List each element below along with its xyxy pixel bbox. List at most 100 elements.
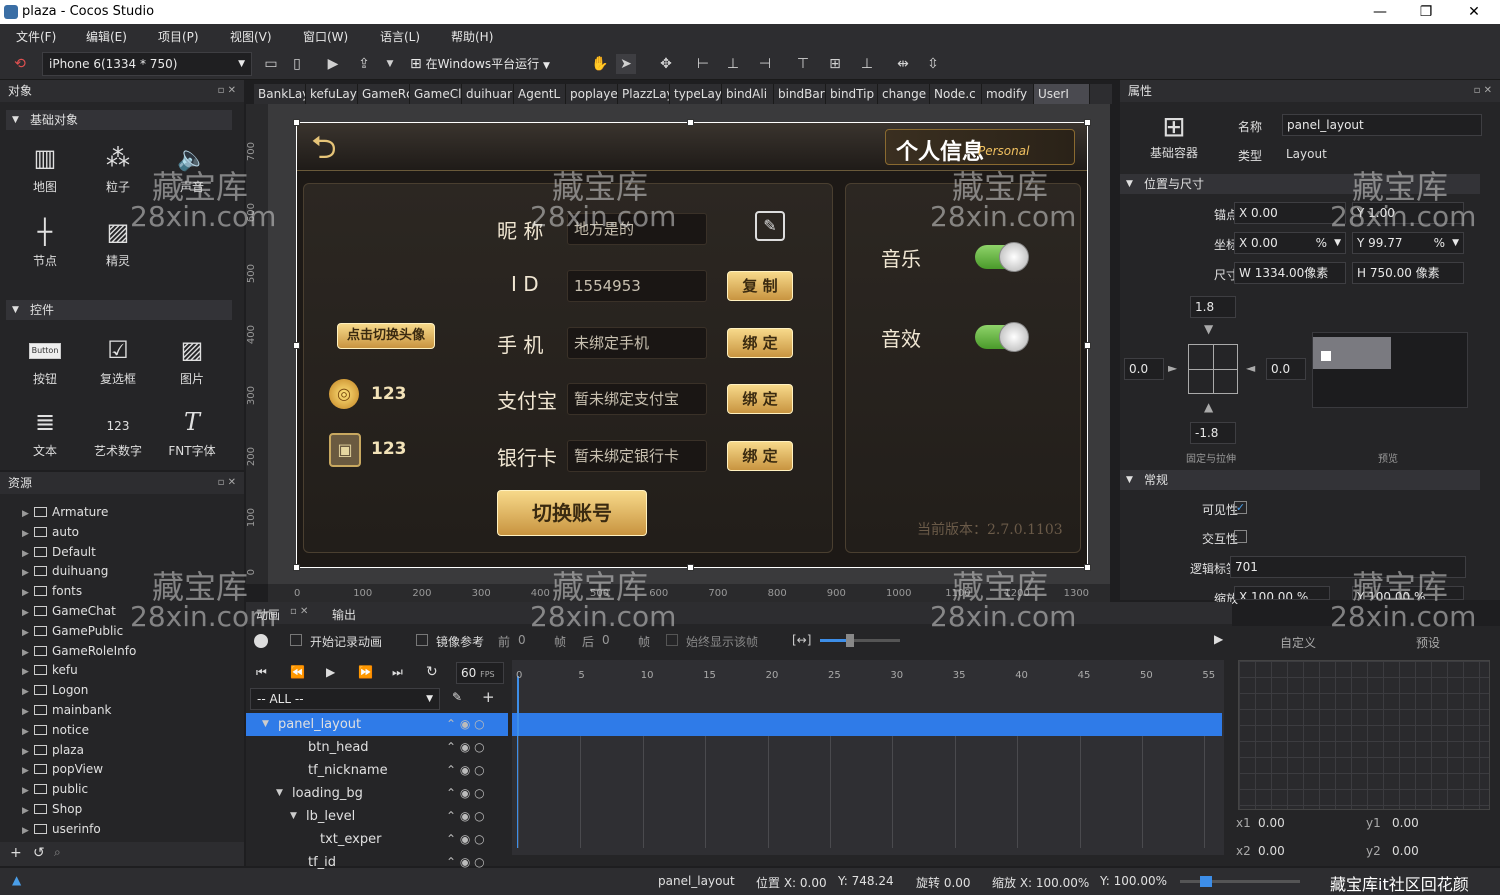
anchor-x-input[interactable]: X 0.00 (1234, 202, 1346, 224)
last-frame-icon[interactable]: ⏭ (392, 665, 403, 680)
x2-value[interactable]: 0.00 (1258, 844, 1285, 858)
document-tab[interactable]: bindBar (774, 84, 826, 104)
align-top-icon[interactable]: ⊤ (793, 54, 813, 74)
document-tab[interactable]: GameCl (410, 84, 462, 104)
section-general[interactable]: ▼ 常规 (1120, 470, 1480, 490)
resource-folder[interactable]: ▶ Default (22, 542, 96, 562)
tool-sprite[interactable]: ▨ 精灵 (88, 212, 148, 269)
sfx-toggle[interactable] (975, 322, 1029, 352)
panel-close-icon[interactable]: ▫ ✕ (218, 472, 236, 494)
resource-folder[interactable]: ▶ popView (22, 759, 103, 779)
lock-visibility-icons[interactable]: ⌃ ◉ ○ (446, 759, 485, 782)
tab-animation[interactable]: 动画 (256, 606, 280, 623)
tool-image[interactable]: ▨ 图片 (162, 330, 222, 387)
info-row-field[interactable]: 暂未绑定支付宝 (567, 383, 707, 415)
resize-handle[interactable] (293, 119, 300, 126)
lock-visibility-icons[interactable]: ⌃ ◉ ○ (446, 736, 485, 759)
prev-frames-value[interactable]: 0 (518, 633, 526, 647)
y2-value[interactable]: 0.00 (1392, 844, 1419, 858)
tool-particle[interactable]: ⁂ 粒子 (88, 138, 148, 195)
pin-left-icon[interactable]: ► (1168, 361, 1177, 375)
margin-left-input[interactable]: 0.0 (1124, 358, 1164, 380)
resource-folder[interactable]: ▶ fonts (22, 581, 82, 601)
info-row-field[interactable]: 未绑定手机 (567, 327, 707, 359)
document-tab[interactable]: Node.c (930, 84, 982, 104)
document-tab[interactable]: AgentL (514, 84, 566, 104)
next-frame-icon[interactable]: ⏩ (358, 665, 373, 679)
menu-project[interactable]: 项目(P) (158, 28, 199, 45)
panel-close-icon[interactable]: ▫ ✕ (1474, 80, 1492, 102)
portrait-icon[interactable]: ▯ (287, 54, 307, 74)
document-tab[interactable]: poplaye (566, 84, 618, 104)
tool-node[interactable]: ┼ 节点 (15, 212, 75, 269)
warning-icon[interactable]: ▲ (12, 873, 21, 887)
document-tab[interactable]: modify (982, 84, 1034, 104)
back-arrow-icon[interactable]: ⮌ (311, 129, 367, 165)
align-middle-icon[interactable]: ⊞ (825, 54, 845, 74)
resource-folder[interactable]: ▶ userinfo (22, 819, 101, 839)
publish-icon[interactable]: ⇪ (354, 54, 374, 74)
record-checkbox[interactable] (290, 634, 302, 646)
resource-folder[interactable]: ▶ Shop (22, 799, 82, 819)
maximize-button[interactable]: ❐ (1403, 0, 1449, 24)
align-left-icon[interactable]: ⊢ (693, 54, 713, 74)
menu-language[interactable]: 语言(L) (380, 28, 420, 45)
scale-y-input[interactable]: Y 100.00 % (1352, 586, 1464, 600)
lock-visibility-icons[interactable]: ⌃ ◉ ○ (446, 851, 485, 874)
node-track-row[interactable]: ▼ loading_bg ⌃ ◉ ○ (246, 782, 508, 805)
move-icon[interactable]: ✥ (656, 54, 676, 74)
resource-folder[interactable]: ▶ GameRoleInfo (22, 641, 136, 661)
refresh-icon[interactable]: ⟲ (10, 54, 30, 74)
node-track-row[interactable]: ▼ lb_level ⌃ ◉ ○ (246, 805, 508, 828)
document-tab[interactable]: typeLay (670, 84, 722, 104)
info-row-button[interactable]: 复 制 (727, 271, 793, 301)
section-basic-objects[interactable]: ▼ 基础对象 (6, 110, 232, 130)
align-right-icon[interactable]: ⊣ (755, 54, 775, 74)
scale-x-input[interactable]: X 100.00 % (1234, 586, 1330, 600)
record-icon[interactable] (254, 634, 268, 648)
stretch-widget[interactable] (1188, 344, 1238, 394)
pos-x-input[interactable]: X 0.00% ▼ (1234, 232, 1346, 254)
info-row-field[interactable]: 1554953 (567, 270, 707, 302)
minimize-button[interactable]: — (1357, 0, 1403, 24)
edit-icon[interactable]: ✎ (755, 211, 785, 241)
panel-close-icon[interactable]: ▫ ✕ (290, 606, 308, 617)
document-tab[interactable]: change (878, 84, 930, 104)
resource-folder[interactable]: ▶ GameChat (22, 601, 116, 621)
music-toggle[interactable] (975, 242, 1029, 272)
next-frames-value[interactable]: 0 (602, 633, 610, 647)
pos-y-input[interactable]: Y 99.77% ▼ (1352, 232, 1464, 254)
always-show-checkbox[interactable] (666, 634, 678, 646)
curve-grid[interactable] (1238, 660, 1490, 810)
resource-folder[interactable]: ▶ kefu (22, 660, 78, 680)
document-tab[interactable]: bindTip (826, 84, 878, 104)
resize-handle[interactable] (1084, 342, 1091, 349)
menu-view[interactable]: 视图(V) (230, 28, 272, 45)
resource-folder[interactable]: ▶ plaza (22, 740, 84, 760)
align-bottom-icon[interactable]: ⊥ (857, 54, 877, 74)
size-h-input[interactable]: H 750.00 像素 (1352, 262, 1464, 284)
visible-checkbox[interactable]: ✓ (1234, 501, 1247, 514)
lock-visibility-icons[interactable]: ⌃ ◉ ○ (446, 713, 485, 736)
align-center-icon[interactable]: ⊥ (723, 54, 743, 74)
pointer-icon[interactable]: ➤ (616, 54, 636, 74)
refresh-icon[interactable]: ↺ (33, 845, 45, 861)
tool-sound[interactable]: 🔈 声音 (162, 138, 222, 195)
tab-output[interactable]: 输出 (332, 606, 356, 623)
distribute-v-icon[interactable]: ⇳ (923, 54, 943, 74)
distribute-h-icon[interactable]: ⇹ (893, 54, 913, 74)
resize-handle[interactable] (1084, 564, 1091, 571)
pin-bottom-icon[interactable]: ▲ (1204, 400, 1213, 414)
resize-handle[interactable] (1084, 119, 1091, 126)
chevron-down-icon[interactable]: ▼ (380, 54, 400, 74)
document-tab[interactable]: GameRc (358, 84, 410, 104)
first-frame-icon[interactable]: ⏮ (256, 665, 267, 680)
lock-visibility-icons[interactable]: ⌃ ◉ ○ (446, 828, 485, 851)
node-track-row[interactable]: txt_exper ⌃ ◉ ○ (246, 828, 508, 851)
node-track-row[interactable]: ▼ panel_layout ⌃ ◉ ○ (246, 713, 508, 736)
lock-visibility-icons[interactable]: ⌃ ◉ ○ (446, 782, 485, 805)
landscape-icon[interactable]: ▭ (261, 54, 281, 74)
section-position-size[interactable]: ▼ 位置与尺寸 (1120, 174, 1480, 194)
x1-value[interactable]: 0.00 (1258, 816, 1285, 830)
resource-folder[interactable]: ▶ GamePublic (22, 621, 123, 641)
